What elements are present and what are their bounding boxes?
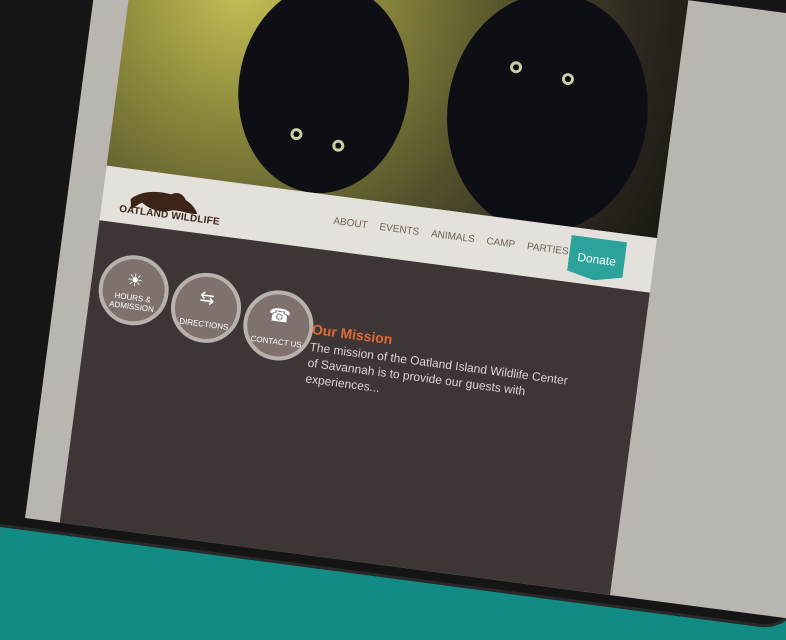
nav-animals[interactable]: ANIMALS xyxy=(430,229,475,246)
hours-admission-button[interactable]: ☀ HOURS & ADMISSION xyxy=(94,250,173,330)
hours-label: HOURS & ADMISSION xyxy=(108,290,155,315)
directions-label: DIRECTIONS xyxy=(178,316,229,332)
main-nav: ABOUT EVENTS ANIMALS CAMP PARTIES xyxy=(333,216,570,258)
site-logo[interactable]: OATLAND WILDLIFE xyxy=(118,178,220,229)
mission-text: The mission of the Oatland Island Wildli… xyxy=(304,339,569,399)
contact-us-button[interactable]: ☎ CONTACT US xyxy=(239,286,318,365)
tablet-device: OATLAND WILDLIFE ABOUT EVENTS ANIMALS CA… xyxy=(0,0,786,632)
nav-camp[interactable]: CAMP xyxy=(486,236,516,251)
contact-label: CONTACT US xyxy=(250,333,303,350)
nav-parties[interactable]: PARTIES xyxy=(526,241,569,257)
website-screen: OATLAND WILDLIFE ABOUT EVENTS ANIMALS CA… xyxy=(25,0,786,628)
nav-events[interactable]: EVENTS xyxy=(379,222,420,238)
sun-icon: ☀ xyxy=(125,269,145,292)
panther-left xyxy=(225,0,422,204)
directions-button[interactable]: ⇆ DIRECTIONS xyxy=(166,268,246,348)
panther-right xyxy=(432,0,663,239)
donate-button[interactable]: Donate xyxy=(566,235,627,284)
nav-about[interactable]: ABOUT xyxy=(333,216,369,231)
signpost-icon: ⇆ xyxy=(198,287,217,309)
phone-icon: ☎ xyxy=(267,304,293,327)
